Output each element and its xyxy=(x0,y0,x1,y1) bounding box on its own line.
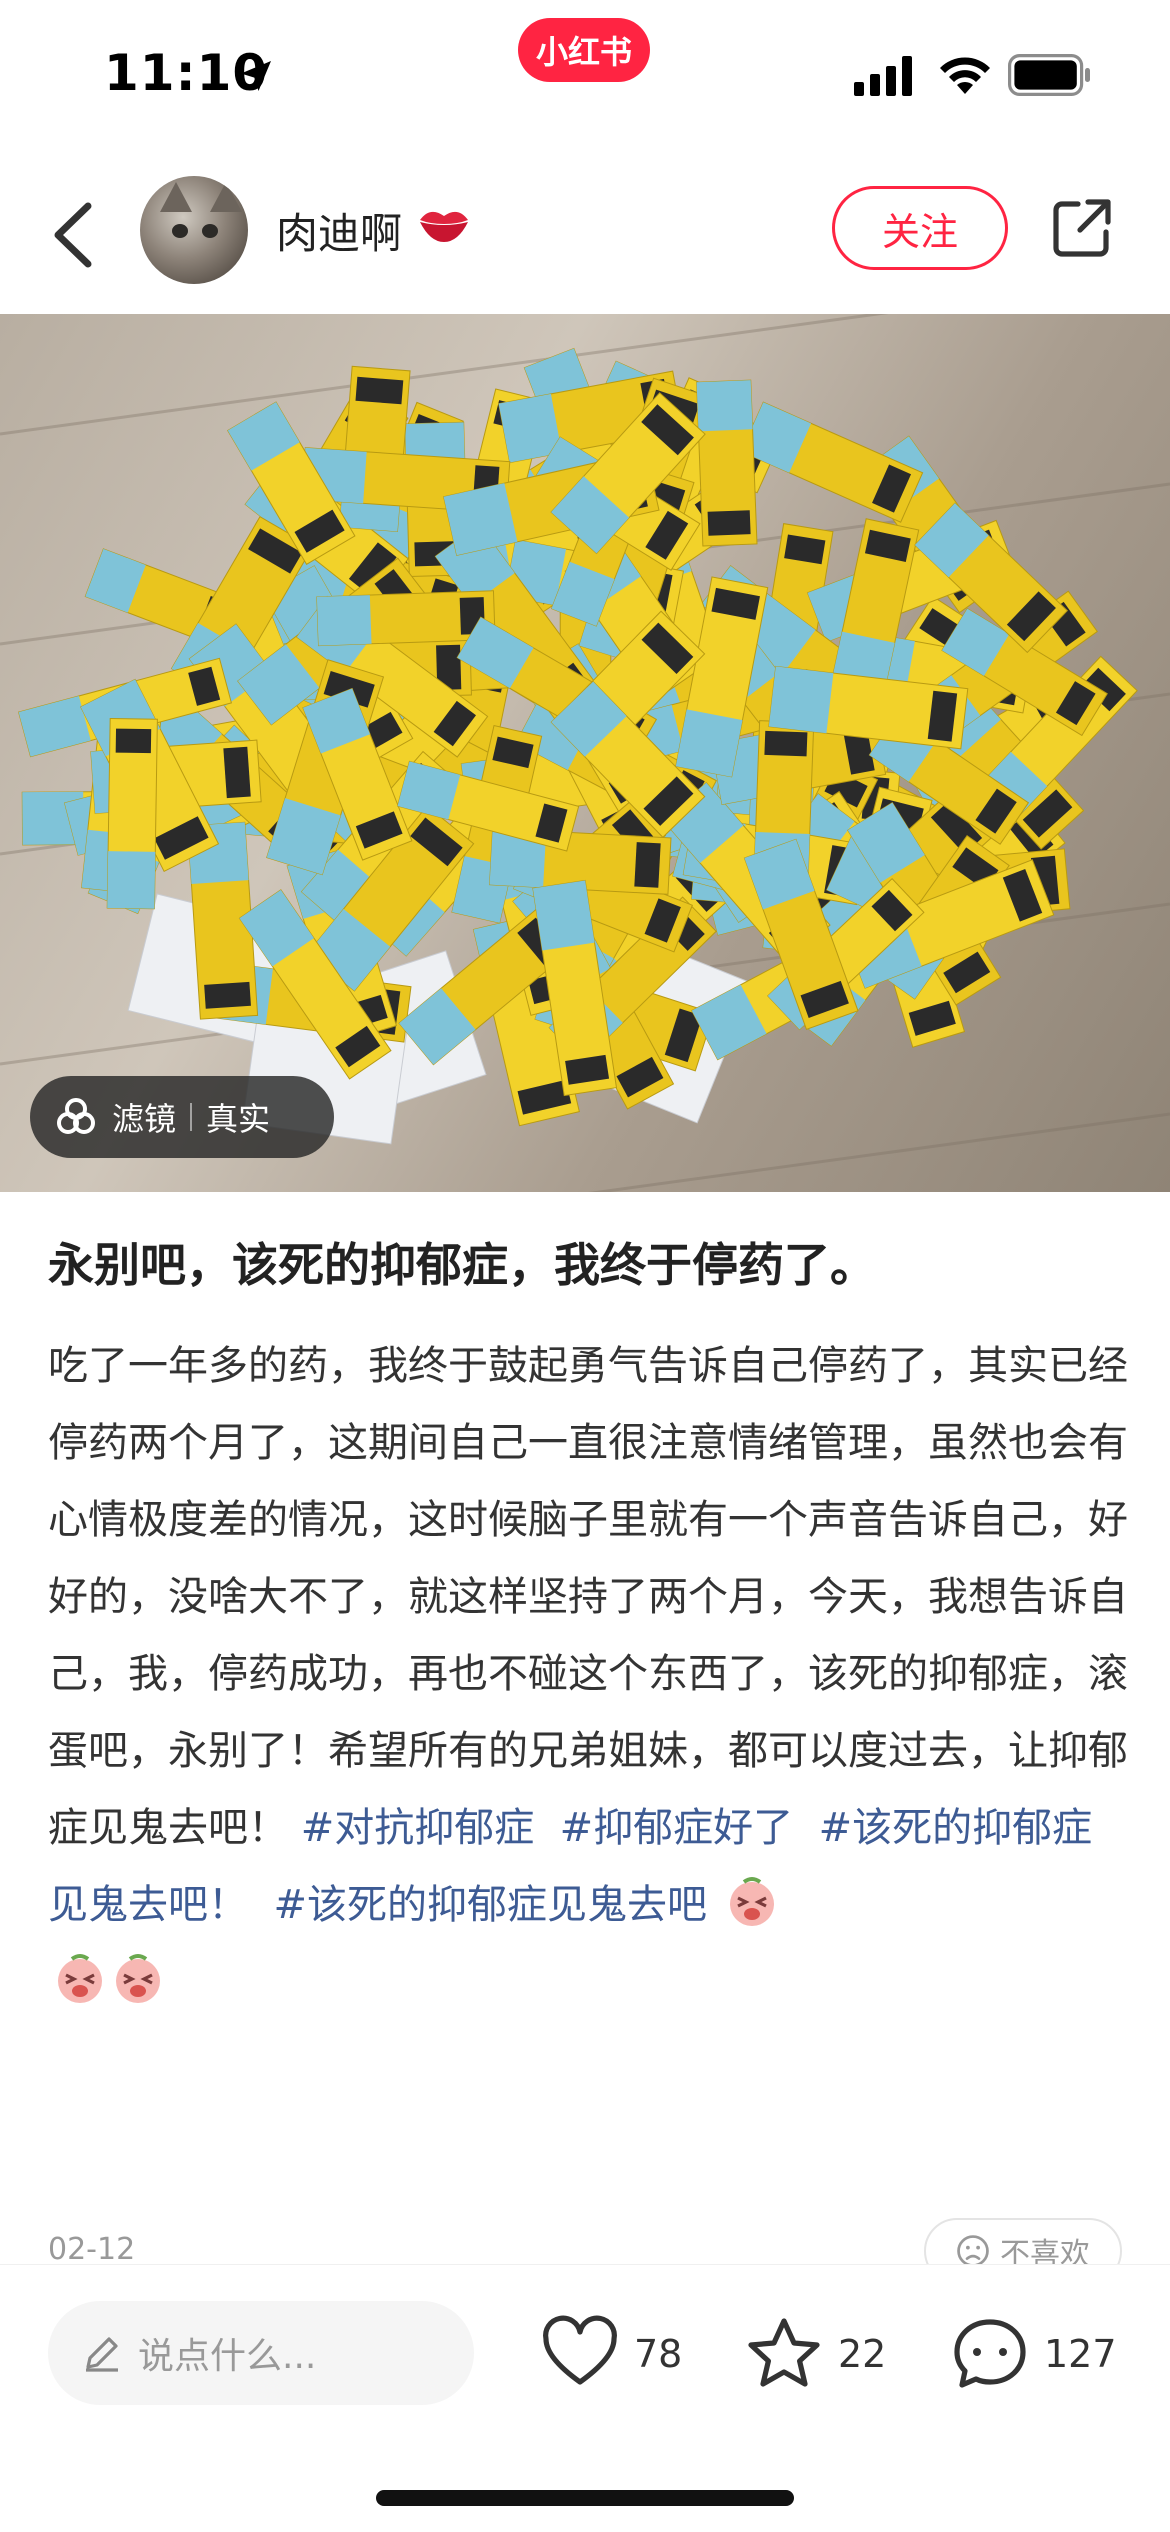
hashtag-2[interactable]: #抑郁症好了 xyxy=(560,1805,794,1851)
medicine-box xyxy=(316,590,496,647)
post-title: 永别吧，该死的抑郁症，我终于停药了。 xyxy=(48,1238,876,1292)
emoji-icon xyxy=(116,1954,160,2003)
app-brand-badge: 小红书 xyxy=(518,18,650,82)
emoji-icon xyxy=(58,1954,102,2003)
filter-value: 真实 xyxy=(206,1100,271,1138)
signal-icon xyxy=(854,56,912,96)
wifi-icon xyxy=(940,57,990,94)
collect-button[interactable]: 22 xyxy=(744,2311,886,2397)
like-button[interactable]: 78 xyxy=(540,2311,682,2397)
post-date: 02-12 xyxy=(48,2232,136,2267)
hashtag-4[interactable]: #该死的抑郁症见鬼去吧 xyxy=(273,1882,707,1928)
medicine-box xyxy=(696,379,758,547)
post-body-text: 吃了一年多的药，我终于鼓起勇气告诉自己停药了，其实已经停药两个月了，这期间自己一… xyxy=(48,1343,1128,1851)
medicine-box xyxy=(338,365,411,533)
author-avatar[interactable] xyxy=(140,176,248,284)
pencil-icon xyxy=(86,2337,118,2372)
battery-icon xyxy=(1008,54,1090,96)
filter-separator xyxy=(190,1103,193,1131)
share-icon[interactable] xyxy=(1050,196,1114,260)
emoji-icon xyxy=(729,1877,774,1926)
filter-tag[interactable]: 滤镜 真实 xyxy=(30,1076,334,1158)
post-body: 吃了一年多的药，我终于鼓起勇气告诉自己停药了，其实已经停药两个月了，这期间自己一… xyxy=(48,1328,1130,2021)
comment-bubble-icon xyxy=(954,2319,1026,2388)
author-name[interactable]: 肉迪啊 xyxy=(276,200,402,261)
home-indicator[interactable] xyxy=(376,2490,794,2506)
comment-input[interactable]: 说点什么... xyxy=(48,2301,474,2405)
like-count: 78 xyxy=(634,2332,683,2376)
lips-icon xyxy=(420,211,468,242)
filter-icon xyxy=(57,1098,95,1134)
comment-placeholder: 说点什么... xyxy=(138,2336,317,2377)
hashtag-1[interactable]: #对抗抑郁症 xyxy=(301,1805,535,1851)
medicine-box xyxy=(740,401,924,523)
medicine-box xyxy=(106,717,158,910)
filter-label: 滤镜 xyxy=(112,1100,177,1138)
status-bar: 11:10 小红书 xyxy=(0,0,1170,150)
location-arrow-icon xyxy=(241,61,271,91)
star-icon xyxy=(748,2318,820,2387)
follow-button[interactable]: 关注 xyxy=(832,186,1008,270)
comment-count: 127 xyxy=(1044,2332,1117,2376)
post-photo[interactable]: 滤镜 真实 xyxy=(0,314,1170,1192)
back-arrow-icon[interactable] xyxy=(48,200,98,270)
heart-icon xyxy=(543,2315,617,2385)
comment-button[interactable]: 127 xyxy=(950,2311,1117,2397)
post-header: 肉迪啊 关注 xyxy=(0,160,1170,310)
dislike-face-icon xyxy=(957,2235,989,2267)
photo-content xyxy=(0,314,1170,1192)
collect-count: 22 xyxy=(838,2332,887,2376)
